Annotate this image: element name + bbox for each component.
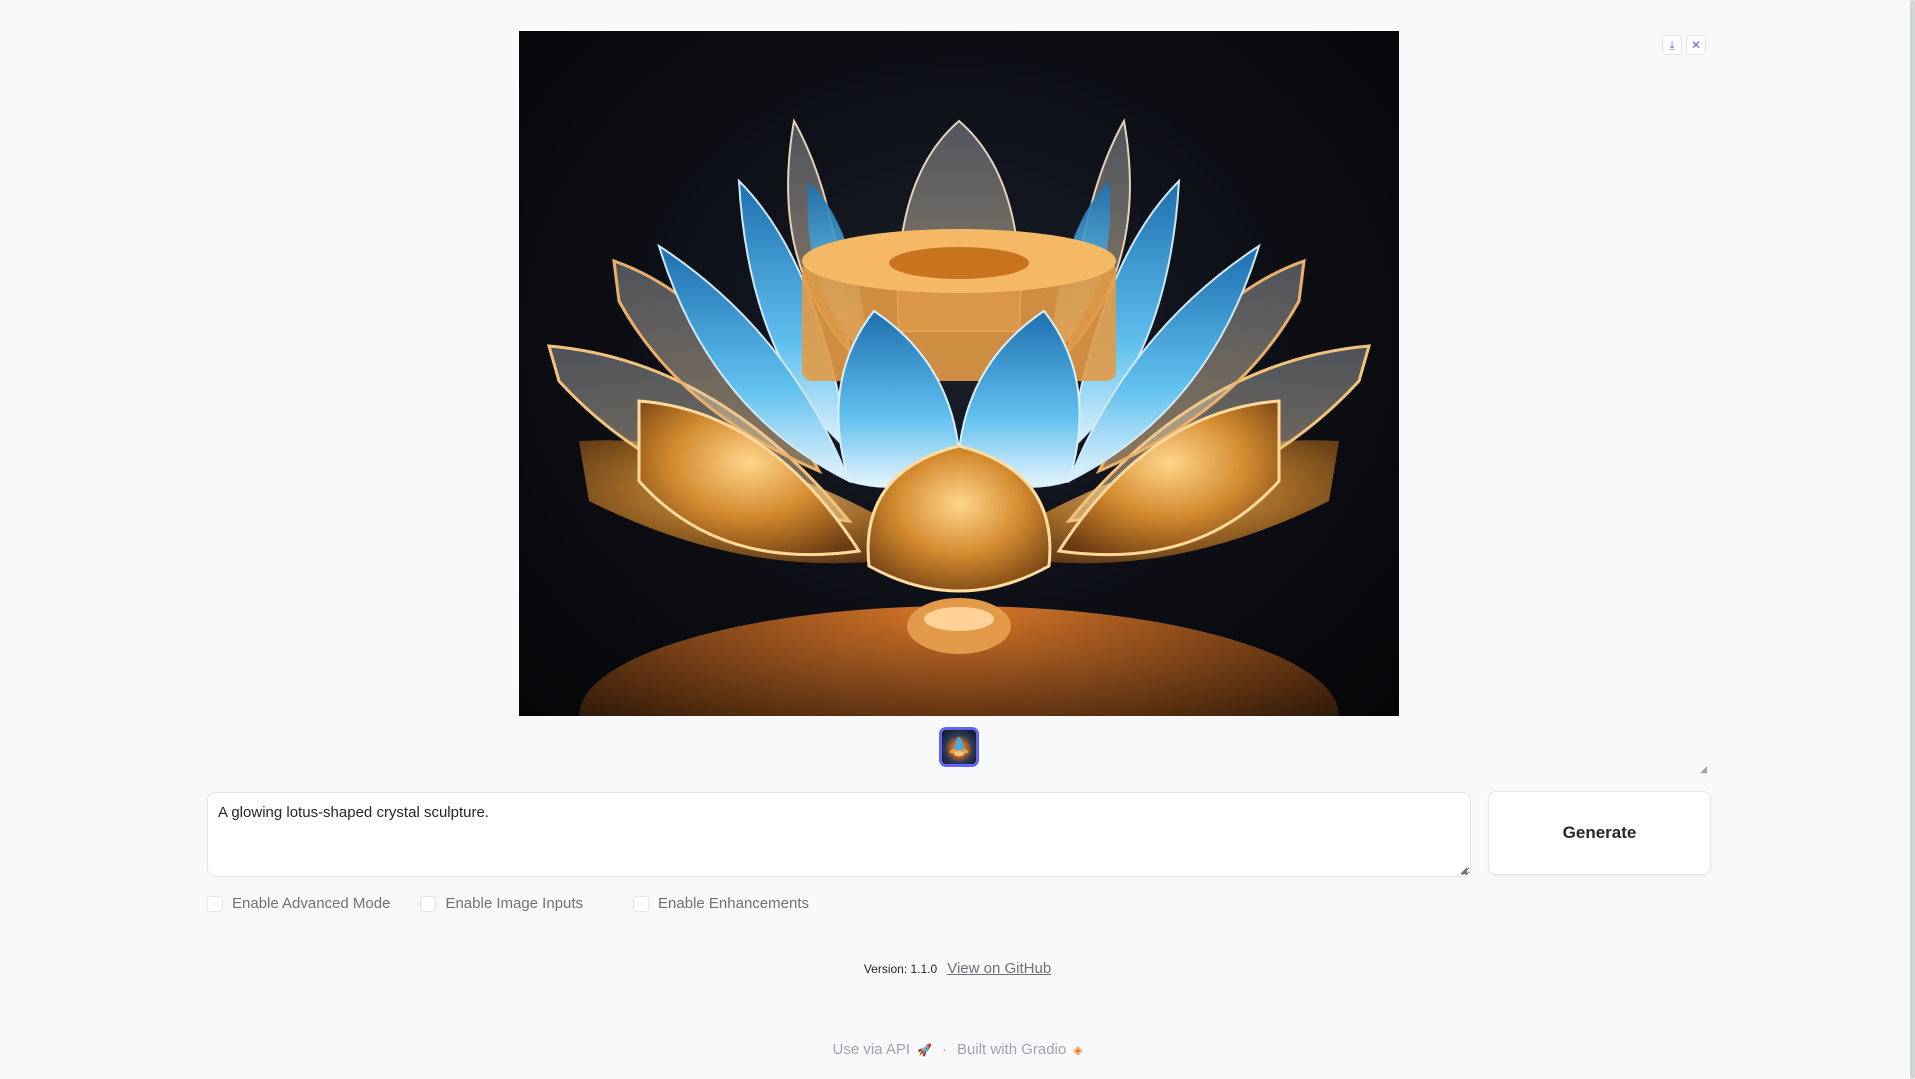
close-icon: ✕ [1690,38,1702,52]
generated-image[interactable] [519,31,1399,716]
lotus-image [546,118,1372,716]
gradio-logo-icon: ◈ [1073,1043,1083,1057]
image-inputs-checkbox[interactable]: Enable Image Inputs [420,895,583,912]
footer-separator: · [942,1041,948,1058]
image-inputs-label: Enable Image Inputs [445,895,584,912]
download-button[interactable]: ⤓ [1662,35,1682,55]
checkbox-box[interactable] [633,895,650,912]
gallery-thumbnail[interactable] [939,727,979,767]
version-row: Version: 1.1.0 View on GitHub [0,960,1915,977]
checkbox-box[interactable] [420,895,437,912]
lotus-thumbnail-icon [948,736,970,757]
footer: Use via API 🚀 · Built with Gradio ◈ [0,1041,1915,1058]
prompt-input[interactable]: A glowing lotus-shaped crystal sculpture… [207,792,1471,877]
gradio-link-label: Built with Gradio [957,1041,1067,1058]
advanced-mode-label: Enable Advanced Mode [232,895,391,912]
page-scrollbar[interactable] [1910,0,1915,1079]
close-button[interactable]: ✕ [1686,35,1706,55]
api-link[interactable]: Use via API 🚀 [833,1041,933,1058]
download-icon: ⤓ [1669,37,1675,52]
enhancements-label: Enable Enhancements [658,895,809,912]
api-link-label: Use via API [832,1041,911,1058]
advanced-mode-checkbox[interactable]: Enable Advanced Mode [207,895,390,912]
github-link[interactable]: View on GitHub [947,960,1051,977]
app-page: ⤓ ✕ ◢ A glowing lotus-shaped crystal scu… [0,0,1915,1079]
options-row: Enable Advanced Mode Enable Image Inputs… [207,895,809,912]
checkbox-box[interactable] [207,895,223,912]
textarea-resize-icon[interactable]: ◢ [1460,866,1469,875]
enhancements-checkbox[interactable]: Enable Enhancements [633,895,809,912]
gradio-link[interactable]: Built with Gradio ◈ [957,1041,1082,1058]
gallery-resize-handle-icon[interactable]: ◢ [1700,764,1710,774]
rocket-icon: 🚀 [917,1043,933,1057]
version-text: Version: 1.1.0 [863,961,938,976]
generate-button[interactable]: Generate [1488,791,1711,875]
